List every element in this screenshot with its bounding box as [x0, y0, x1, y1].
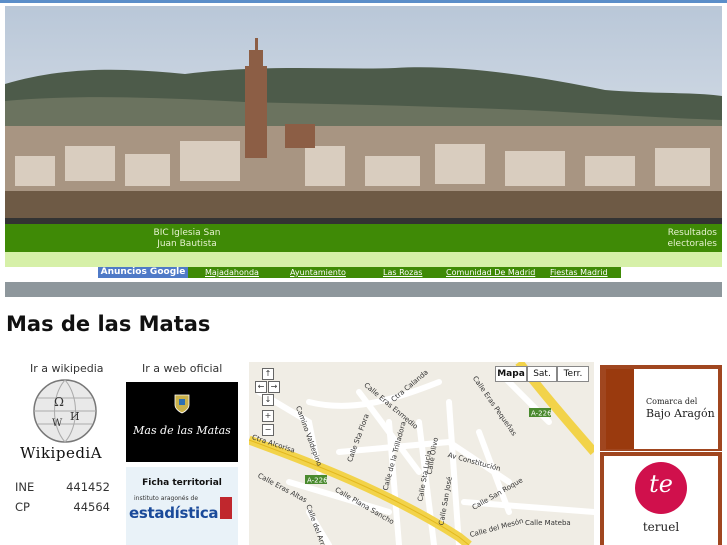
map-type-satellite-button[interactable]: Sat. [527, 366, 557, 382]
pan-right-icon[interactable]: → [268, 381, 280, 393]
municipality-stats: INE 441452 CP 44564 [15, 480, 110, 520]
comarca-logo: Comarca del Bajo Aragón [606, 369, 718, 449]
official-web-banner-text: Mas de las Matas [133, 424, 231, 437]
google-ads-bar: Anuncios Google Majadahonda Ayuntamiento… [98, 267, 621, 278]
wikipedia-globe-icon[interactable]: Ω И W [26, 378, 104, 444]
ficha-title: Ficha territorial [142, 478, 222, 488]
official-web-banner[interactable]: Mas de las Matas [126, 382, 238, 462]
town-panorama-photo [5, 6, 722, 224]
svg-text:Ω: Ω [54, 395, 64, 409]
zoom-out-icon[interactable]: − [262, 424, 274, 436]
comarca-line2: Bajo Aragón [646, 407, 715, 420]
teruel-logo: te teruel [604, 456, 718, 545]
official-web-label: Ir a web oficial [142, 362, 223, 375]
map-streets: A-226 A-226 [249, 362, 594, 545]
light-green-band [5, 252, 722, 267]
svg-text:W: W [52, 418, 63, 429]
svg-text:A-226: A-226 [531, 410, 552, 418]
ad-link-fiestas-madrid[interactable]: Fiestas Madrid [550, 268, 608, 277]
iaest-logo-mark [220, 497, 232, 519]
stat-row-cp: CP 44564 [15, 500, 110, 520]
panorama-illustration [5, 6, 722, 224]
stat-value: 441452 [66, 480, 110, 494]
street-label: Calle Mateba [525, 519, 571, 527]
ad-link-las-rozas[interactable]: Las Rozas [383, 268, 422, 277]
stat-value: 44564 [73, 500, 110, 514]
wikipedia-label: Ir a wikipedia [30, 362, 104, 375]
teruel-name: teruel [642, 520, 680, 534]
map-type-map-button[interactable]: Mapa [495, 366, 527, 382]
ficha-institute: instituto aragonés de [134, 495, 199, 502]
ad-link-comunidad-madrid[interactable]: Comunidad De Madrid [446, 268, 535, 277]
ad-link-ayuntamiento[interactable]: Ayuntamiento [290, 268, 346, 277]
gray-separator-bar [5, 282, 722, 297]
ficha-territorial-banner[interactable]: Ficha territorial instituto aragonés de … [126, 467, 238, 545]
teruel-banner[interactable]: te teruel [600, 452, 722, 545]
ad-link-majadahonda[interactable]: Majadahonda [205, 268, 259, 277]
top-accent-line [0, 0, 727, 3]
zoom-in-icon[interactable]: + [262, 410, 274, 422]
coat-of-arms-icon [174, 394, 190, 414]
election-results-link[interactable]: Resultados electorales [647, 228, 718, 250]
pan-left-icon[interactable]: ← [255, 381, 267, 393]
pan-up-icon[interactable]: ↑ [262, 368, 274, 380]
wikipedia-wordmark[interactable]: WikipediA [20, 444, 102, 462]
page-title: Mas de las Matas [6, 312, 211, 336]
photo-caption-bar: BIC Iglesia San Juan Bautista Resultados… [5, 224, 722, 252]
map-type-terrain-button[interactable]: Terr. [557, 366, 589, 382]
svg-text:A-226: A-226 [307, 477, 328, 485]
ficha-brand: estadística [129, 504, 219, 522]
stat-key: CP [15, 500, 30, 514]
pan-down-icon[interactable]: ↓ [262, 394, 274, 406]
town-map[interactable]: A-226 A-226 Ctra Calanda Calle Eras Enme… [249, 362, 594, 545]
photo-caption-church[interactable]: BIC Iglesia San Juan Bautista [151, 228, 223, 250]
comarca-line1: Comarca del [646, 397, 698, 406]
comarca-bajo-aragon-banner[interactable]: Comarca del Bajo Aragón [600, 365, 722, 451]
svg-text:И: И [70, 410, 80, 423]
stat-key: INE [15, 480, 35, 494]
stat-row-ine: INE 441452 [15, 480, 110, 500]
ads-brand-label[interactable]: Anuncios Google [98, 267, 188, 278]
comarca-logo-bar [606, 369, 634, 449]
teruel-logo-mark: te [649, 470, 673, 498]
